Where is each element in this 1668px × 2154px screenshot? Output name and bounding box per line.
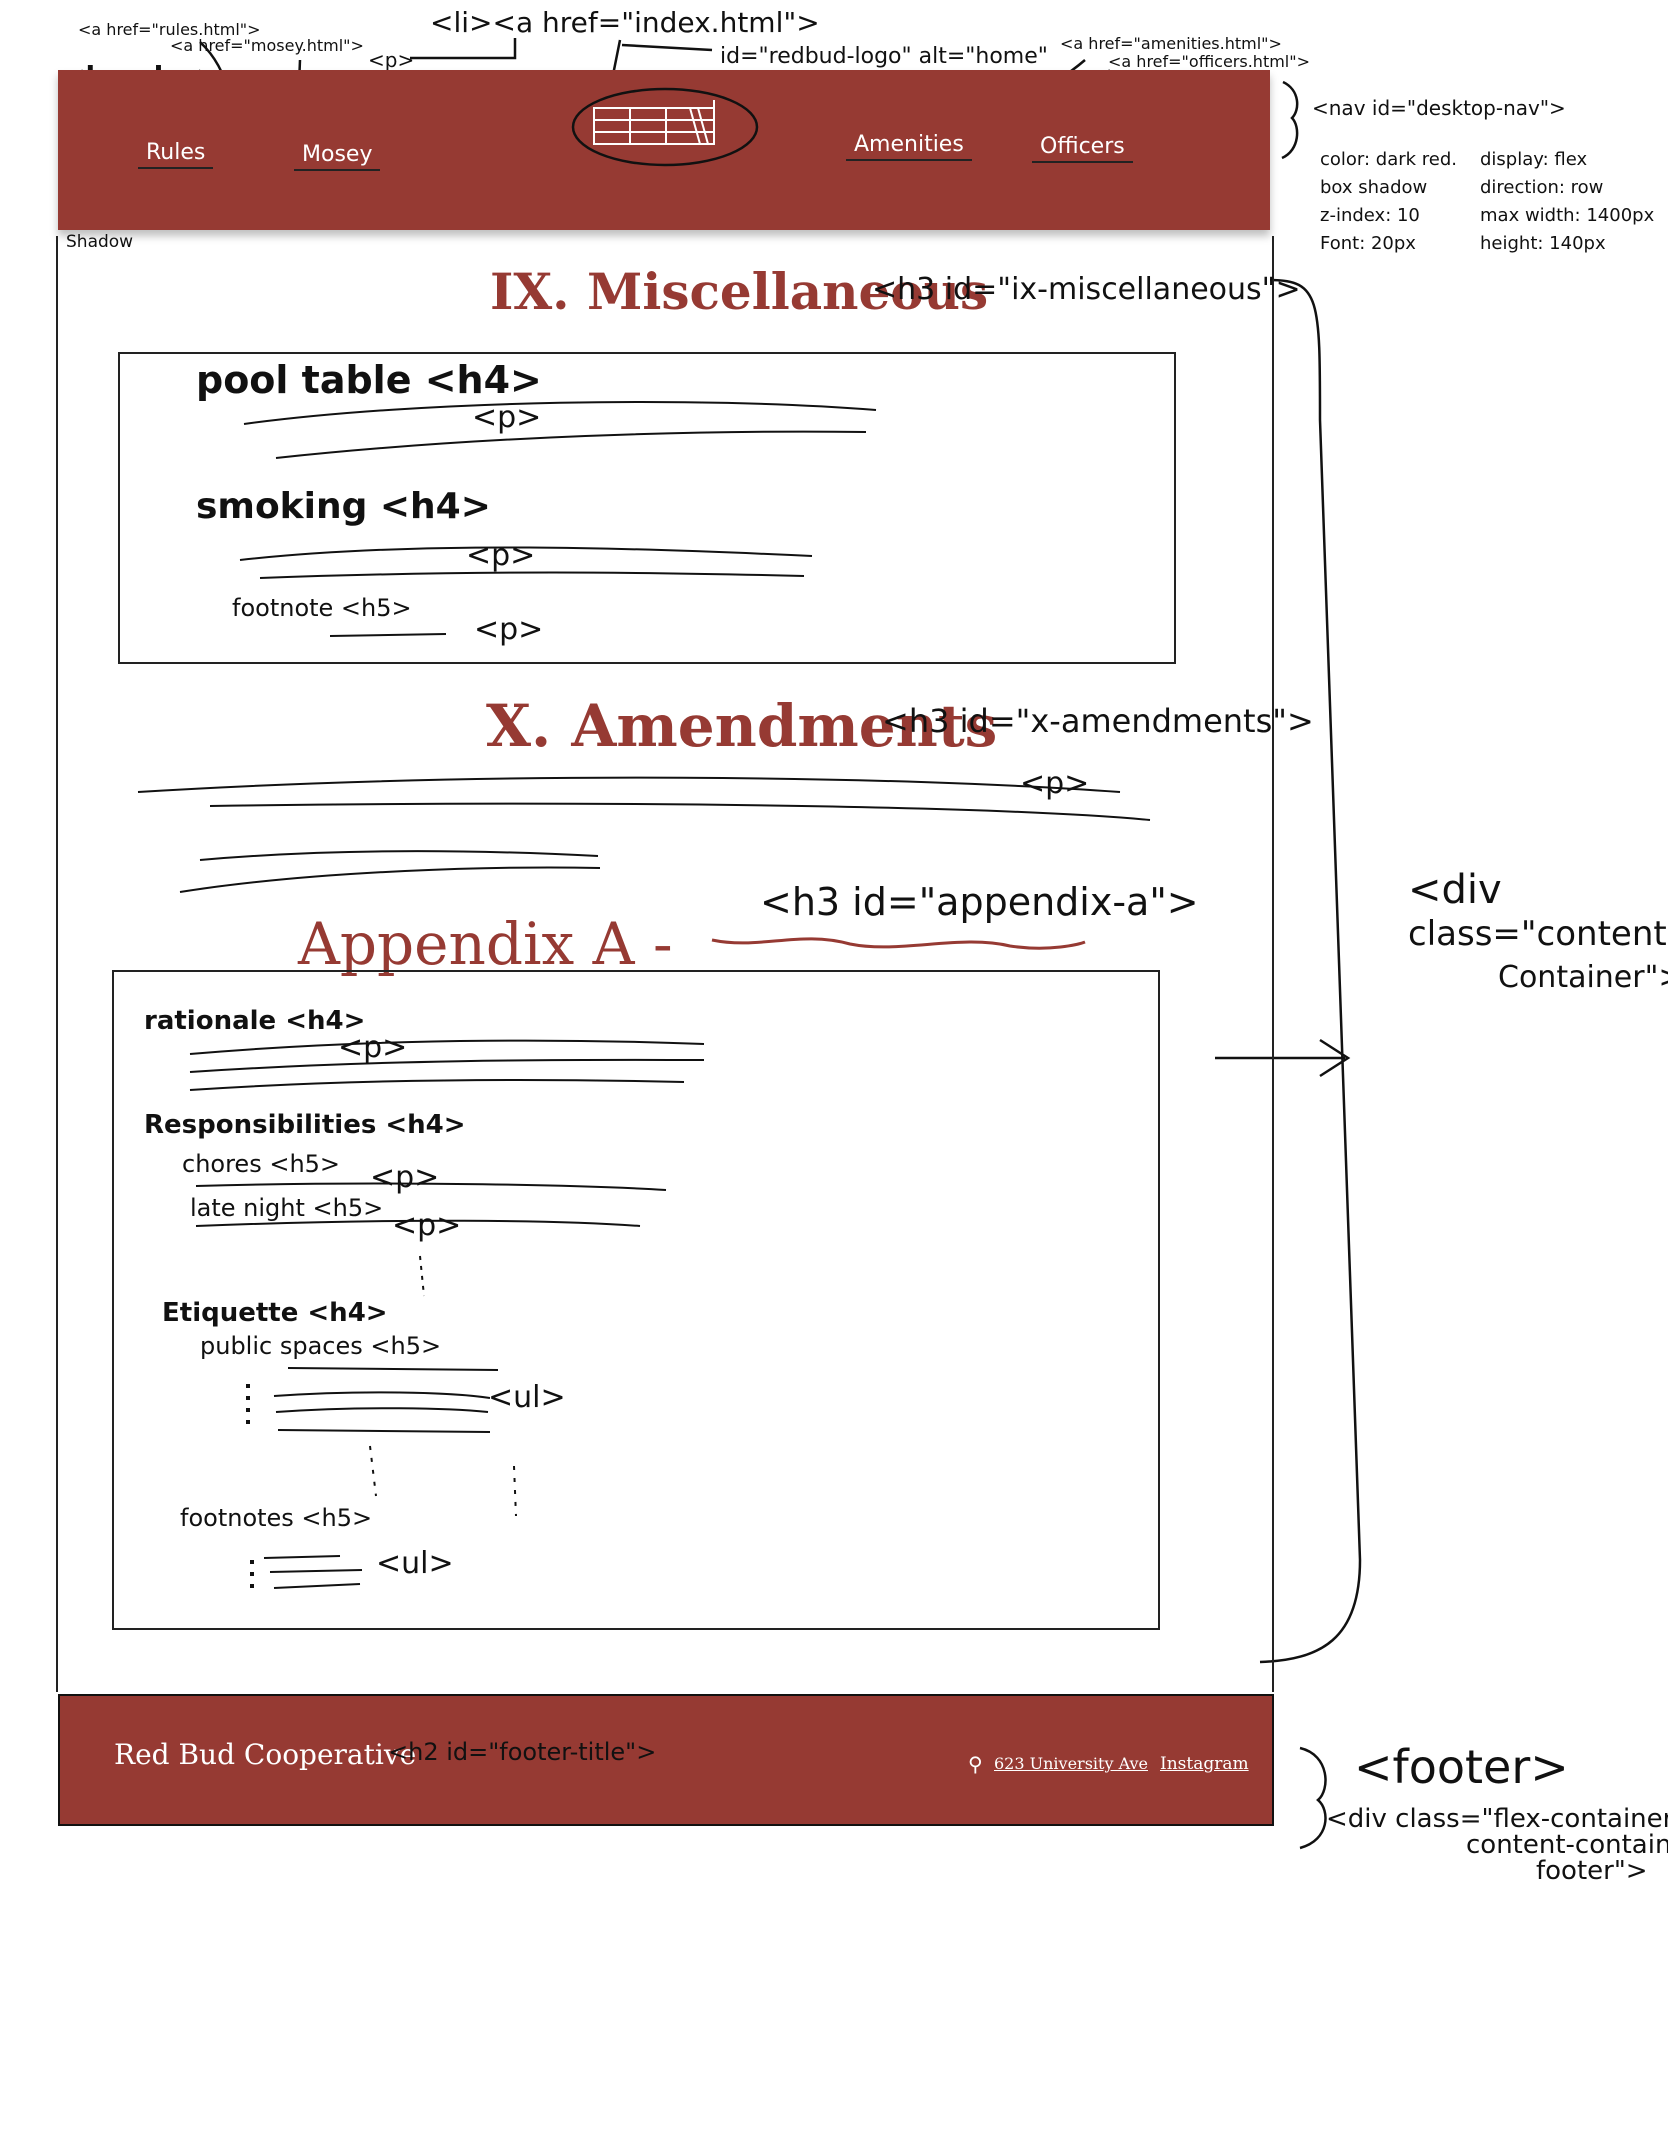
public-spaces-heading: public spaces <h5>	[200, 1332, 442, 1360]
responsibilities-heading: Responsibilities <h4>	[144, 1110, 466, 1140]
appendix-heading: Appendix A -	[298, 910, 673, 978]
section-x-p: <p>	[1020, 766, 1090, 801]
footnotes-ul: <ul>	[376, 1546, 454, 1581]
line	[209, 802, 1151, 821]
footer-title: Red Bud Cooperative	[114, 1738, 417, 1771]
content-note-line1: <div	[1408, 867, 1502, 913]
appendix-tag: <h3 id="appendix-a">	[760, 880, 1199, 924]
section-x-tag: <h3 id="x-amendments">	[882, 702, 1314, 740]
line	[199, 850, 599, 861]
line	[243, 400, 877, 425]
footer-note-line3: content-container	[1466, 1830, 1668, 1860]
line	[275, 430, 867, 459]
footer-instagram-link[interactable]: Instagram	[1160, 1754, 1249, 1774]
footer-note-line4: footer">	[1536, 1856, 1648, 1886]
location-pin-icon: ⚲	[968, 1752, 983, 1776]
footer-note-line2: <div class="flex-container	[1326, 1804, 1668, 1834]
public-spaces-ul: <ul>	[488, 1380, 566, 1415]
content-note-line3: Container">	[1498, 960, 1668, 995]
line	[259, 571, 805, 579]
footer-note-body: <div class="flex-container content-conta…	[1326, 1806, 1668, 1884]
footer-title-tag: <h2 id="footer-title">	[388, 1738, 657, 1766]
late-night-heading: late night <h5>	[190, 1194, 384, 1222]
footer-note-line1: <footer>	[1354, 1740, 1569, 1794]
late-night-p: <p>	[392, 1208, 462, 1243]
content-container-note: <div class="content- Container">	[1408, 868, 1668, 1000]
line	[239, 546, 813, 561]
line	[137, 776, 1121, 793]
rationale-p: <p>	[338, 1030, 408, 1065]
etiquette-heading: Etiquette <h4>	[162, 1298, 388, 1328]
line	[179, 866, 601, 893]
line	[329, 633, 447, 637]
rationale-heading: rationale <h4>	[144, 1006, 366, 1036]
content-note-line2: class="content-	[1408, 914, 1668, 954]
footnotes-heading: footnotes <h5>	[180, 1504, 373, 1532]
footer-address-link[interactable]: 623 University Ave	[994, 1754, 1148, 1773]
chores-heading: chores <h5>	[182, 1150, 341, 1178]
chores-p: <p>	[370, 1160, 440, 1195]
